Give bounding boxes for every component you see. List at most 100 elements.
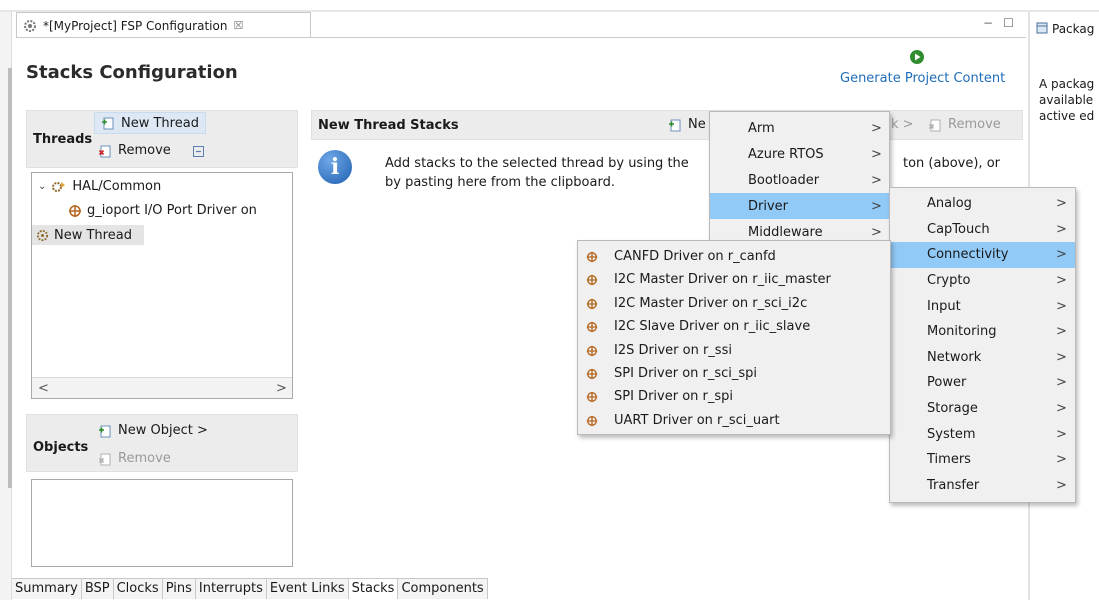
editor-tab[interactable]: *[MyProject] FSP Configuration ☒	[16, 12, 311, 38]
tab-components[interactable]: Components	[398, 579, 488, 599]
remove-icon	[98, 144, 112, 158]
menu-item-uart-driver-on-r-sci-uart[interactable]: UART Driver on r_sci_uart	[578, 409, 890, 432]
menu-item-label: SPI Driver on r_sci_spi	[614, 366, 758, 381]
menu-item-label: Timers	[927, 452, 971, 468]
menu-item-transfer[interactable]: Transfer >	[890, 473, 1075, 499]
chevron-right-icon: >	[1056, 298, 1067, 314]
generate-project-content-link[interactable]: Generate Project Content	[840, 71, 1005, 86]
tab-close-icon[interactable]: ☒	[233, 19, 243, 32]
menu-item-label: UART Driver on r_sci_uart	[614, 412, 780, 428]
packages-line: available	[1039, 93, 1094, 107]
driver-icon	[586, 345, 598, 357]
chevron-right-icon: >	[1056, 221, 1067, 237]
menu-item-label: I2C Master Driver on r_sci_i2c	[614, 295, 808, 311]
maximize-icon[interactable]: ☐	[1003, 16, 1014, 30]
tree-item-new-thread[interactable]: New Thread	[32, 225, 144, 245]
info-icon: i	[318, 150, 352, 184]
menu-item-label: CANFD Driver on r_canfd	[614, 249, 776, 264]
tab-pins[interactable]: Pins	[162, 579, 196, 599]
chevron-right-icon: >	[871, 224, 882, 240]
remove-label: Remove	[118, 143, 171, 158]
menu-item-label: I2C Slave Driver on r_iic_slave	[614, 319, 811, 335]
tab-clocks[interactable]: Clocks	[113, 579, 163, 599]
objects-list[interactable]	[31, 479, 293, 567]
tree-item-hal-common[interactable]: ⌄ HAL/Common	[38, 179, 161, 194]
menu-item-label: Bootloader	[748, 172, 820, 188]
remove-object-button[interactable]: Remove	[98, 451, 171, 466]
tab-event-links[interactable]: Event Links	[266, 579, 349, 599]
thread-tree[interactable]: ⌄ HAL/Common g_ioport I/O Port Driver on…	[31, 172, 293, 399]
menu-item-spi-driver-on-r-sci-spi[interactable]: SPI Driver on r_sci_spi	[578, 362, 890, 385]
menu-item-input[interactable]: Input >	[890, 293, 1075, 319]
driver-icon	[586, 251, 598, 263]
chevron-right-icon: >	[1056, 477, 1067, 493]
menu-item-azure-rtos[interactable]: Azure RTOS >	[710, 141, 889, 167]
package-icon	[1036, 22, 1048, 36]
chevron-right-icon: >	[871, 172, 882, 188]
menu-item-network[interactable]: Network >	[890, 345, 1075, 371]
chevron-right-icon: >	[1056, 426, 1067, 442]
collapse-all-icon[interactable]	[193, 146, 204, 157]
driver-submenu: Analog > CapTouch > Connectivity > Crypto > Inpu…	[889, 187, 1076, 503]
menu-item-captouch[interactable]: CapTouch >	[890, 217, 1075, 243]
remove-thread-button[interactable]: Remove	[98, 143, 171, 158]
gear-icon	[23, 19, 37, 33]
menu-item-i2c-master-driver-on-r-sci-i2c[interactable]: I2C Master Driver on r_sci_i2c	[578, 292, 890, 315]
add-icon	[668, 118, 682, 132]
stacks-partial-label: k >	[891, 117, 914, 132]
info-line1-start: Add stacks to the selected thread by usi…	[385, 156, 689, 171]
menu-item-system[interactable]: System >	[890, 421, 1075, 447]
menu-item-connectivity[interactable]: Connectivity >	[890, 242, 1075, 268]
tab-bsp[interactable]: BSP	[81, 579, 114, 599]
packages-line: active ed	[1039, 109, 1095, 123]
tab-interrupts[interactable]: Interrupts	[195, 579, 267, 599]
menu-item-i2c-master-driver-on-r-iic-master[interactable]: I2C Master Driver on r_iic_master	[578, 268, 890, 291]
menu-item-i2c-slave-driver-on-r-iic-slave[interactable]: I2C Slave Driver on r_iic_slave	[578, 315, 890, 338]
menu-item-canfd-driver-on-r-canfd[interactable]: CANFD Driver on r_canfd	[578, 245, 890, 268]
menu-item-i2s-driver-on-r-ssi[interactable]: I2S Driver on r_ssi	[578, 339, 890, 362]
menu-item-driver[interactable]: Driver >	[710, 193, 889, 219]
new-stack-button[interactable]: Ne	[668, 117, 706, 132]
menu-item-storage[interactable]: Storage >	[890, 396, 1075, 422]
menu-item-analog[interactable]: Analog >	[890, 191, 1075, 217]
menu-item-label: Connectivity	[927, 247, 1009, 263]
chevron-right-icon: >	[1056, 401, 1067, 417]
menu-item-label: Transfer	[927, 477, 980, 493]
new-stack-label: Ne	[688, 117, 706, 132]
menu-item-crypto[interactable]: Crypto >	[890, 268, 1075, 294]
minimize-icon[interactable]: −	[983, 16, 993, 30]
threads-label: Threads	[33, 132, 93, 147]
chevron-down-icon[interactable]: ⌄	[38, 181, 46, 192]
tree-item-ioport[interactable]: g_ioport I/O Port Driver on	[68, 203, 292, 218]
packages-tab[interactable]: Packag	[1036, 22, 1094, 36]
new-object-button[interactable]: New Object >	[98, 423, 208, 438]
menu-item-power[interactable]: Power >	[890, 370, 1075, 396]
menu-item-timers[interactable]: Timers >	[890, 447, 1075, 473]
play-icon[interactable]	[910, 50, 924, 64]
objects-remove-label: Remove	[118, 451, 171, 466]
menu-item-spi-driver-on-r-spi[interactable]: SPI Driver on r_spi	[578, 385, 890, 408]
driver-icon	[68, 204, 82, 218]
chevron-right-icon: >	[1056, 324, 1067, 340]
packages-tab-label: Packag	[1052, 22, 1095, 36]
menu-item-label: Driver	[748, 198, 789, 214]
tab-summary[interactable]: Summary	[12, 579, 82, 599]
thread-folder-icon	[51, 180, 67, 194]
new-thread-button[interactable]: New Thread	[94, 112, 206, 134]
menu-item-arm[interactable]: Arm >	[710, 115, 889, 141]
driver-icon	[586, 274, 598, 286]
scroll-left-arrow[interactable]: <	[38, 381, 49, 396]
menu-item-label: System	[927, 426, 976, 442]
menu-item-label: Analog	[927, 196, 972, 212]
scroll-right-arrow[interactable]: >	[276, 381, 287, 396]
left-rail-scrollbar[interactable]	[8, 68, 12, 488]
tab-stacks[interactable]: Stacks	[348, 579, 399, 599]
menu-item-label: Azure RTOS	[748, 146, 824, 162]
view-controls: − ☐	[983, 16, 1014, 30]
remove-stack-button[interactable]: Remove	[928, 117, 1001, 132]
menu-item-label: I2C Master Driver on r_iic_master	[614, 272, 831, 288]
menu-item-bootloader[interactable]: Bootloader >	[710, 167, 889, 193]
horizontal-scrollbar[interactable]: < >	[32, 377, 292, 398]
menu-item-label: Arm	[748, 120, 775, 136]
menu-item-monitoring[interactable]: Monitoring >	[890, 319, 1075, 345]
